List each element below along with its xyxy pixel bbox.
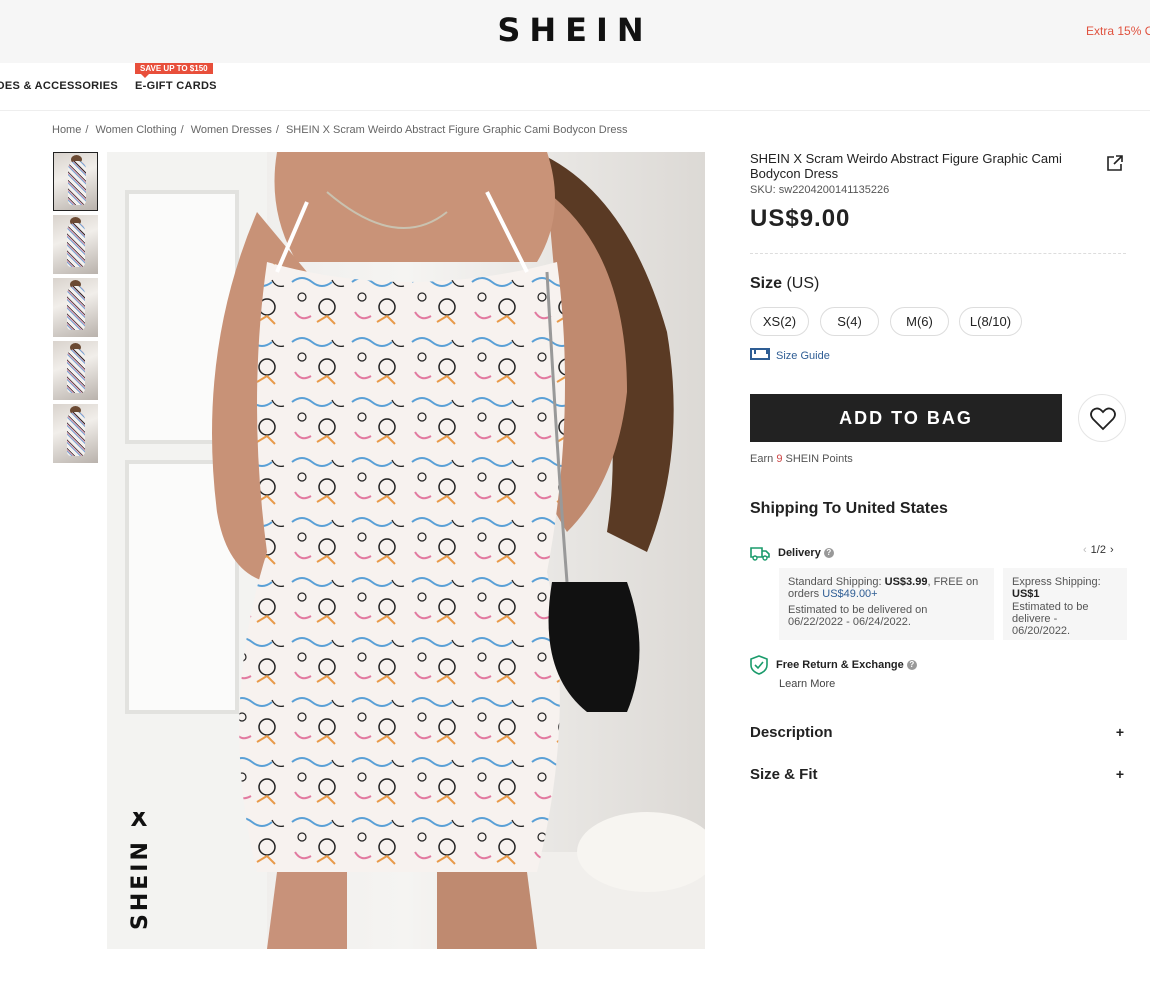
nav-badge: SAVE UP TO $150 — [135, 63, 213, 78]
nav-shoes-accessories[interactable]: OES & ACCESSORIES — [0, 80, 118, 92]
points-post: SHEIN Points — [785, 453, 853, 465]
promo-banner[interactable]: Extra 15% O — [1086, 24, 1150, 38]
pager-label: 1/2 — [1090, 544, 1106, 556]
chevron-right-icon[interactable]: › — [1110, 544, 1114, 556]
add-to-bag-button[interactable]: ADD TO BAG — [750, 394, 1062, 442]
points-number: 9 — [776, 453, 783, 465]
breadcrumb-sep: / — [180, 124, 184, 136]
points-pre: Earn — [750, 453, 774, 465]
delivery-label: Delivery — [778, 546, 821, 559]
shein-x-watermark: X SHEIN — [125, 812, 153, 932]
size-guide-label: Size Guide — [776, 350, 830, 362]
nav-gift-cards[interactable]: E-GIFT CARDS — [135, 80, 217, 92]
breadcrumb-home[interactable]: Home — [52, 124, 81, 136]
free-return-row: Free Return & Exchange? — [750, 655, 917, 675]
express-label: Express Shipping: — [1012, 576, 1101, 588]
breadcrumb: Home / Women Clothing / Women Dresses / SHE… — [52, 124, 631, 136]
shein-logo[interactable]: SHEIN — [0, 11, 1150, 49]
breadcrumb-women-dresses[interactable]: Women Dresses — [191, 124, 272, 136]
express-price: US$1 — [1012, 588, 1040, 600]
main-nav: OES & ACCESSORIES SAVE UP TO $150 E-GIFT… — [0, 63, 1150, 111]
heart-icon — [1090, 407, 1116, 431]
express-estimate: Estimated to be delivere - 06/20/2022. — [1012, 601, 1089, 637]
thumbnail-2[interactable] — [53, 215, 98, 274]
product-main-image[interactable]: X SHEIN — [107, 152, 705, 949]
express-shipping-card: Express Shipping: US$1 Estimated to be d… — [1003, 568, 1127, 640]
thumbnail-1[interactable] — [53, 152, 98, 211]
learn-more-link[interactable]: Learn More — [779, 678, 835, 690]
thumbnail-3[interactable] — [53, 278, 98, 337]
standard-price: US$3.99 — [884, 576, 928, 588]
size-option-s[interactable]: S(4) — [820, 307, 879, 336]
description-label: Description — [750, 724, 833, 741]
divider — [750, 253, 1126, 254]
points-text: Earn 9 SHEIN Points — [750, 453, 853, 465]
size-option-l[interactable]: L(8/10) — [959, 307, 1022, 336]
size-label-text: Size — [750, 275, 783, 292]
thumbnail-list — [53, 152, 98, 467]
svg-text:SHEIN: SHEIN — [128, 839, 153, 930]
standard-label: Standard Shipping: — [788, 576, 882, 588]
plus-icon: + — [1115, 724, 1124, 740]
breadcrumb-women-clothing[interactable]: Women Clothing — [95, 124, 176, 136]
standard-shipping-card: Standard Shipping: US$3.99, FREE on orde… — [779, 568, 994, 640]
truck-icon — [750, 547, 770, 561]
help-icon[interactable]: ? — [823, 548, 834, 558]
size-guide-link[interactable]: Size Guide — [750, 348, 830, 362]
free-return-label: Free Return & Exchange — [776, 658, 904, 671]
top-bar: SHEIN Extra 15% O — [0, 0, 1150, 63]
sku-value: sw2204200141135226 — [778, 184, 890, 196]
plus-icon: + — [1115, 766, 1124, 782]
standard-threshold: US$49.00+ — [822, 588, 878, 600]
help-icon[interactable]: ? — [906, 660, 917, 670]
shipping-pager: ‹ 1/2 › — [1083, 544, 1114, 556]
shield-check-icon — [750, 655, 768, 675]
size-label: Size (US) — [750, 275, 819, 293]
breadcrumb-current: SHEIN X Scram Weirdo Abstract Figure Gra… — [285, 124, 628, 136]
thumbnail-5[interactable] — [53, 404, 98, 463]
standard-estimate: Estimated to be delivered on 06/22/2022 … — [788, 604, 928, 628]
product-photo — [107, 152, 705, 949]
size-fit-label: Size & Fit — [750, 766, 818, 783]
size-unit: (US) — [786, 275, 820, 292]
breadcrumb-sep: / — [85, 124, 89, 136]
ruler-icon — [750, 348, 770, 361]
svg-text:X: X — [131, 812, 148, 832]
sku-label: SKU: — [750, 184, 776, 196]
share-icon[interactable] — [1106, 154, 1124, 172]
size-option-xs[interactable]: XS(2) — [750, 307, 809, 336]
size-option-m[interactable]: M(6) — [890, 307, 949, 336]
size-fit-accordion[interactable]: Size & Fit + — [750, 766, 1126, 783]
thumbnail-4[interactable] — [53, 341, 98, 400]
product-title: SHEIN X Scram Weirdo Abstract Figure Gra… — [750, 151, 1062, 181]
chevron-left-icon[interactable]: ‹ — [1083, 544, 1087, 556]
description-accordion[interactable]: Description + — [750, 724, 1126, 741]
shipping-title: Shipping To United States — [750, 500, 948, 517]
wishlist-button[interactable] — [1078, 394, 1126, 442]
price: US$9.00 — [750, 205, 851, 232]
sku: SKU: sw2204200141135226 — [750, 184, 889, 196]
delivery-row: Delivery? — [750, 545, 834, 561]
breadcrumb-sep: / — [275, 124, 279, 136]
